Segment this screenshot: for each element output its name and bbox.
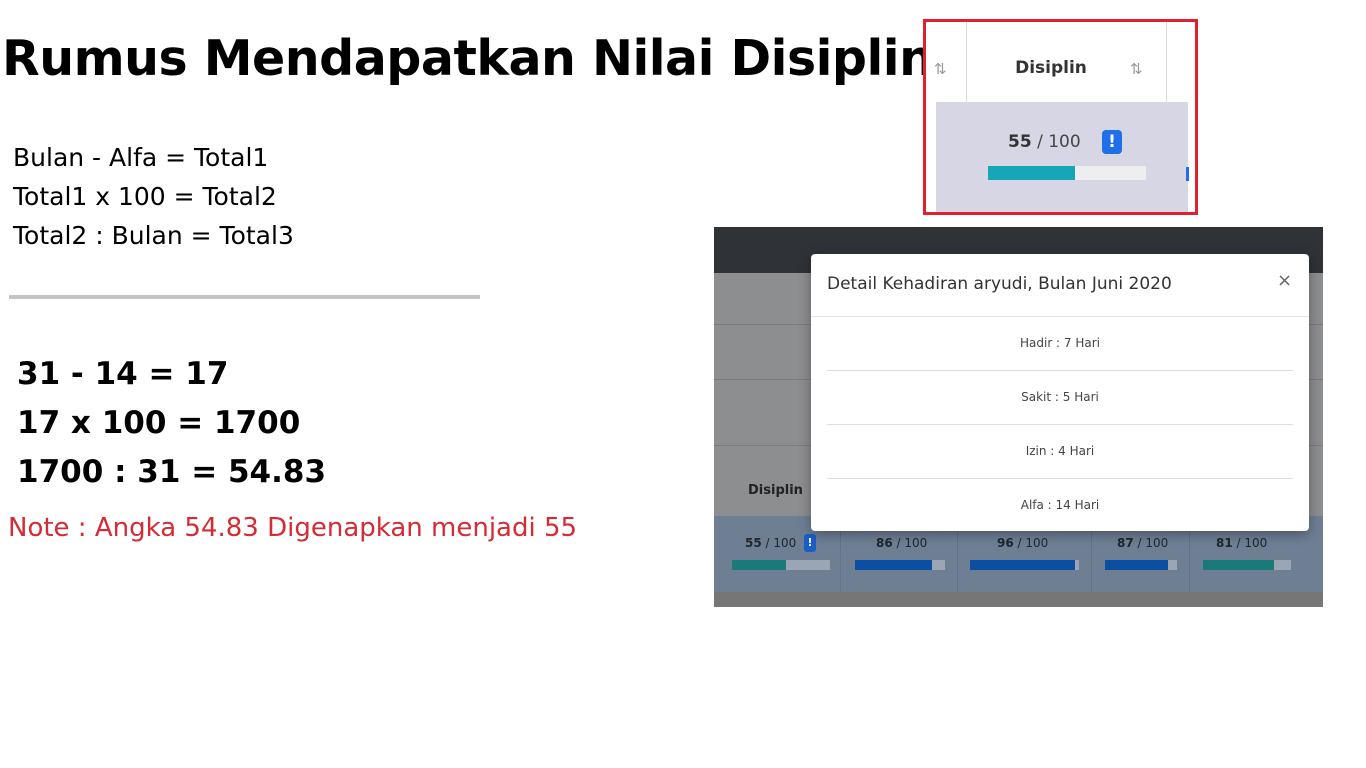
progress-bar	[732, 560, 830, 570]
calculation-list: 31 - 14 = 17 17 x 100 = 1700 1700 : 31 =…	[17, 350, 326, 497]
formula-line: Total2 : Bulan = Total3	[13, 221, 294, 250]
progress-bar	[970, 560, 1079, 570]
modal-title: Detail Kehadiran aryudi, Bulan Juni 2020	[827, 274, 1172, 294]
score-text: 55 / 100	[1008, 132, 1081, 152]
page-title: Rumus Mendapatkan Nilai Disiplin	[2, 30, 934, 87]
formula-line: Total1 x 100 = Total2	[13, 182, 277, 211]
progress-bar	[1105, 560, 1177, 570]
column-header-disiplin[interactable]: Disiplin	[748, 483, 803, 498]
zoomed-disiplin-cell: ⇅ Disiplin ⇅ 55 / 100 !	[923, 19, 1198, 215]
rounding-note: Note : Angka 54.83 Digenapkan menjadi 55	[8, 513, 578, 543]
progress-fill	[1203, 560, 1275, 570]
attendance-sakit: Sakit : 5 Hari	[1021, 390, 1099, 404]
formula-list: Bulan - Alfa = Total1 Total1 x 100 = Tot…	[13, 138, 294, 255]
calculation-line: 31 - 14 = 17	[17, 356, 229, 392]
attendance-hadir: Hadir : 7 Hari	[1019, 336, 1101, 350]
calculation-line: 1700 : 31 = 54.83	[17, 454, 327, 490]
close-icon[interactable]: ×	[1277, 270, 1292, 291]
score-text: 55 / 100	[745, 536, 797, 550]
score-text: 86 / 100	[876, 536, 928, 550]
progress-fill	[855, 560, 933, 570]
alert-badge[interactable]: !	[804, 534, 816, 552]
attendance-detail-modal: Detail Kehadiran aryudi, Bulan Juni 2020…	[811, 254, 1309, 531]
score-text: 81 / 100	[1216, 536, 1268, 550]
progress-fill	[970, 560, 1075, 570]
progress-fill	[988, 166, 1075, 180]
attendance-alfa: Alfa : 14 Hari	[1020, 498, 1100, 512]
attendance-izin: Izin : 4 Hari	[1025, 444, 1095, 458]
divider	[9, 295, 480, 299]
progress-fill	[732, 560, 786, 570]
calculation-line: 17 x 100 = 1700	[17, 405, 301, 441]
progress-fill	[1105, 560, 1168, 570]
table-footer	[714, 592, 1323, 607]
score-cell	[936, 102, 1188, 212]
progress-bar	[855, 560, 945, 570]
score-text: 96 / 100	[997, 536, 1049, 550]
score-text: 87 / 100	[1117, 536, 1169, 550]
adjacent-bar-edge	[1186, 167, 1189, 181]
formula-line: Bulan - Alfa = Total1	[13, 143, 269, 172]
sort-arrows-icon[interactable]: ⇅	[1130, 60, 1143, 78]
alert-badge[interactable]: !	[1102, 130, 1122, 154]
progress-bar	[1203, 560, 1291, 570]
progress-bar	[988, 166, 1146, 180]
